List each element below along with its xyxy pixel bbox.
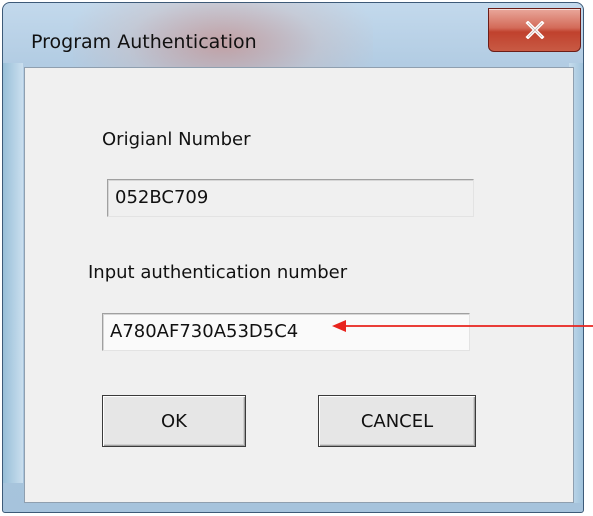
original-number-field: 052BC709 bbox=[107, 179, 474, 217]
frame-left bbox=[3, 63, 23, 483]
auth-number-label: Input authentication number bbox=[88, 262, 348, 283]
cancel-button[interactable]: CANCEL bbox=[318, 395, 476, 447]
ok-button[interactable]: OK bbox=[102, 395, 246, 447]
annotation-arrow-icon bbox=[332, 320, 593, 332]
dialog-client-area: Origianl Number 052BC709 Input authentic… bbox=[24, 67, 574, 503]
original-number-label: Origianl Number bbox=[102, 129, 251, 150]
close-icon bbox=[525, 21, 544, 39]
close-button[interactable] bbox=[488, 8, 581, 52]
window-title: Program Authentication bbox=[31, 31, 257, 53]
dialog-window: Program Authentication Origianl Number 0… bbox=[2, 2, 584, 513]
